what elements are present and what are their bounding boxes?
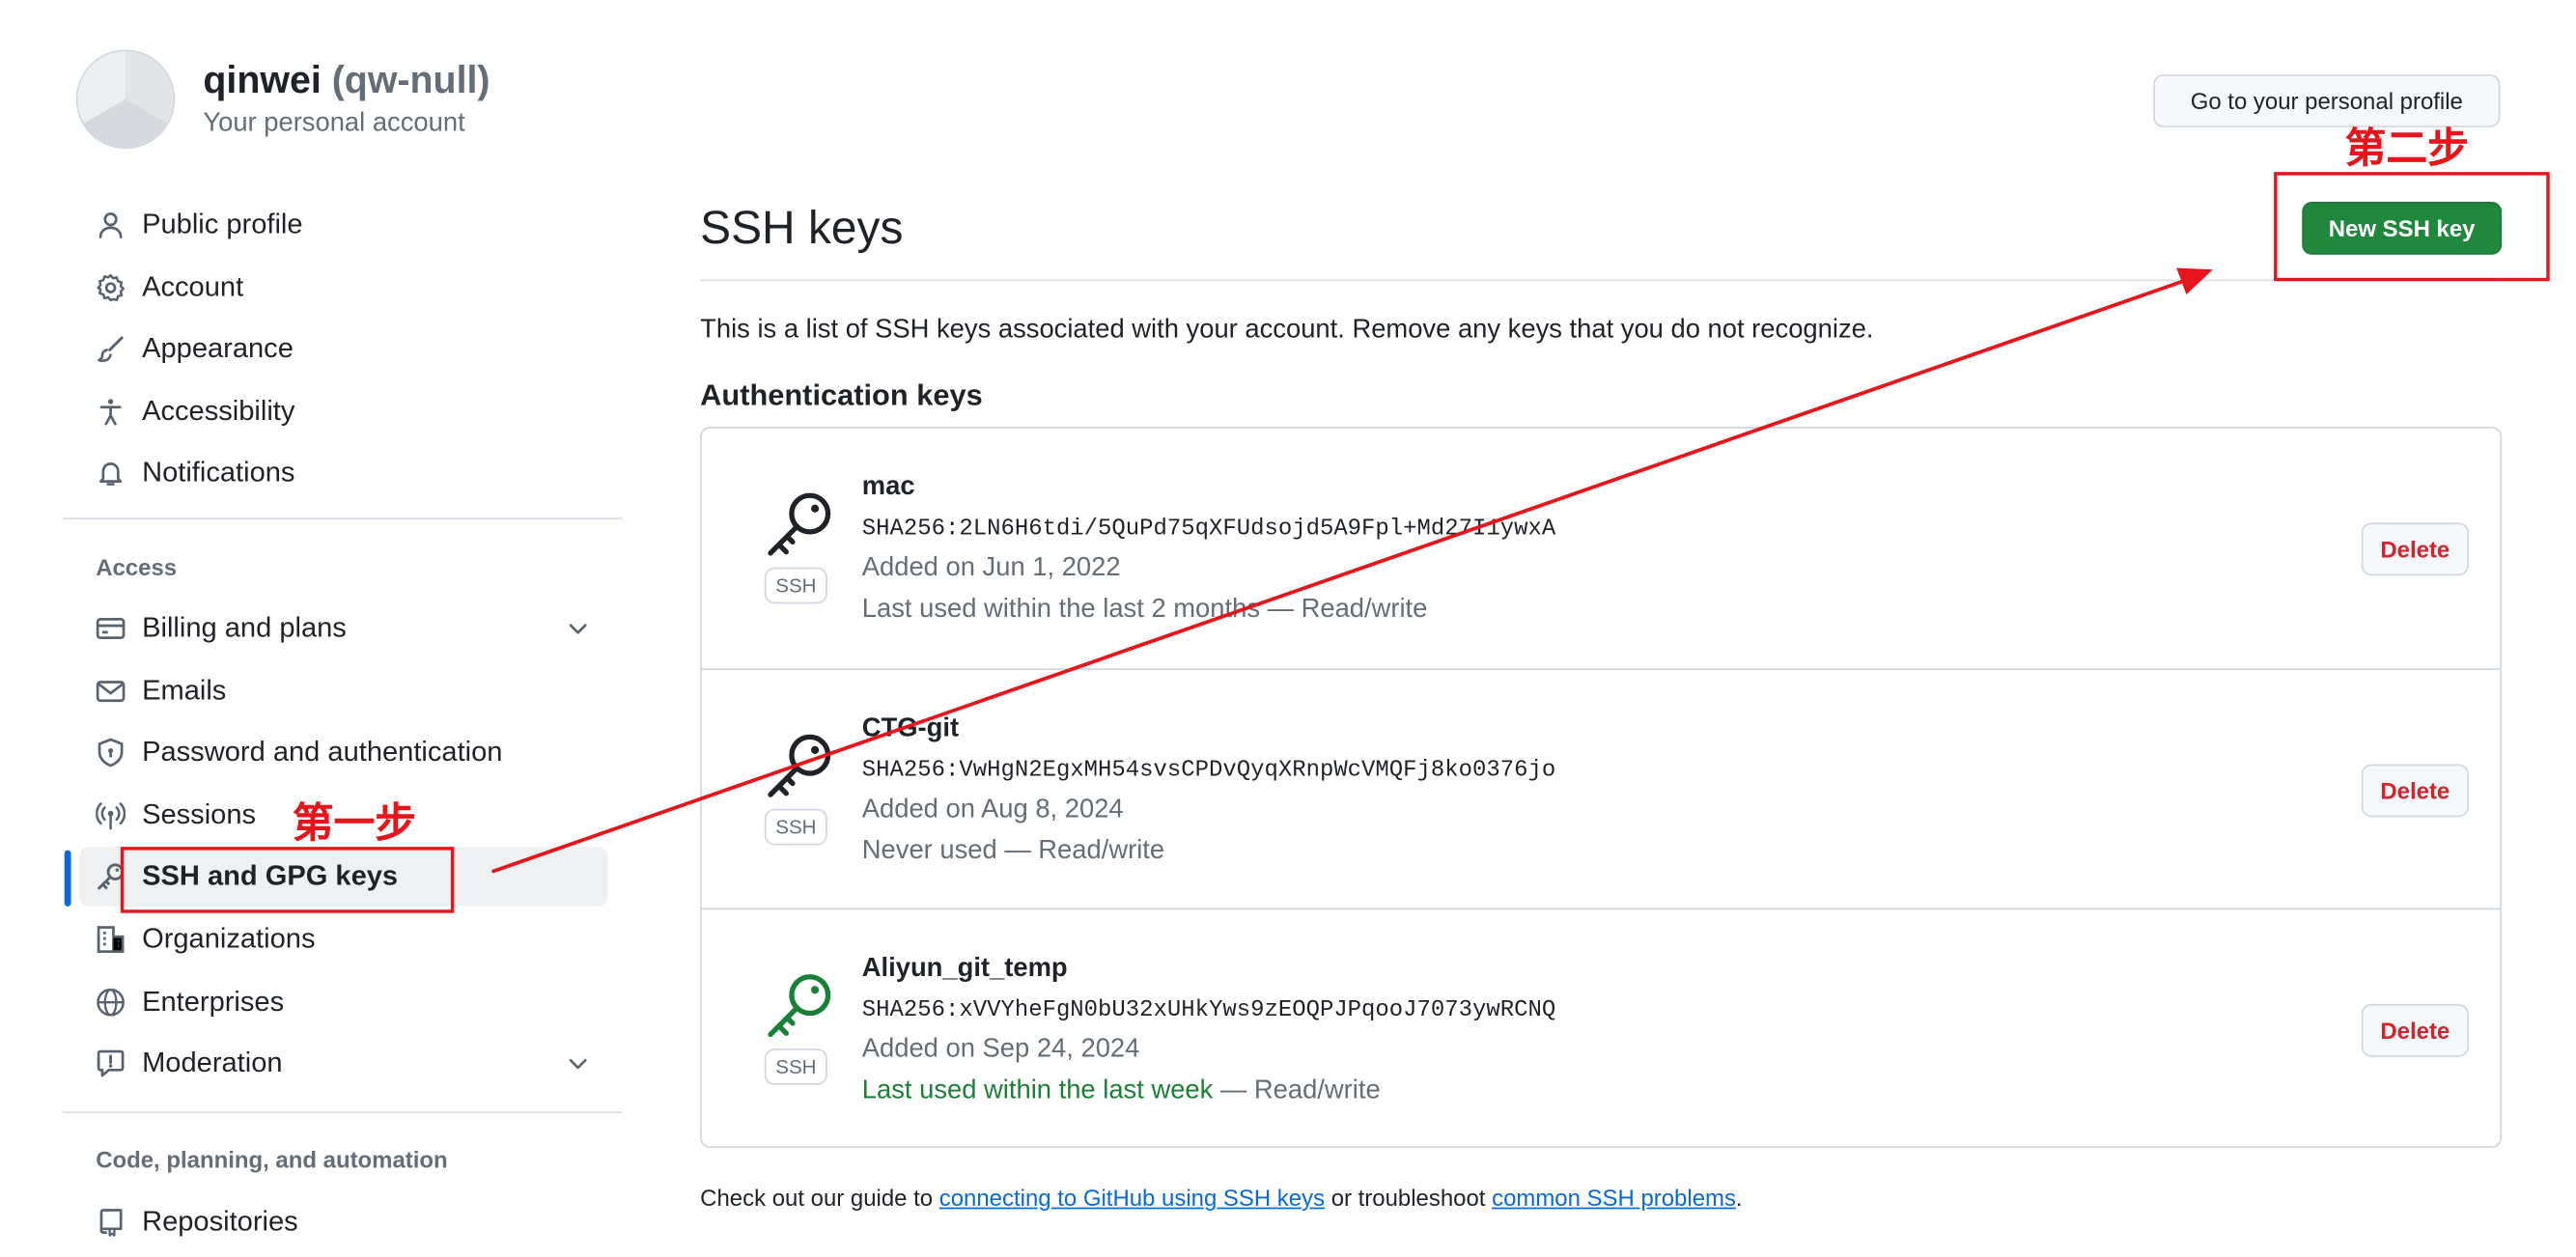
sidebar-item-label: Sessions (142, 798, 257, 830)
sidebar-item-label: Enterprises (142, 985, 285, 1017)
sidebar-item-public-profile[interactable]: Public profile (79, 195, 607, 255)
sidebar-divider (62, 1111, 623, 1113)
sidebar-item-moderation[interactable]: Moderation (79, 1034, 607, 1094)
key-title: mac (861, 472, 915, 502)
sidebar-item-label: Billing and plans (142, 611, 347, 644)
chevron-down-icon (569, 1059, 587, 1070)
key-title: CTG-git (861, 714, 960, 743)
accessibility-icon (96, 397, 126, 427)
organization-icon (96, 925, 126, 955)
sidebar-item-password-and-authentication[interactable]: Password and authentication (79, 723, 607, 783)
access-heading: Access (96, 553, 178, 581)
key-fingerprint: SHA256:2LN6H6tdi/5QuPd75qXFUdsojd5A9Fpl+… (861, 516, 1556, 543)
ssh-key-row: SSH Aliyun_git_temp SHA256:xVVYheFgN0bU3… (701, 908, 2501, 1148)
ssh-key-row: SSH CTG-git SHA256:VwHgN2EgxMH54svsCPDvQ… (701, 668, 2501, 908)
key-icon (768, 974, 831, 1038)
bell-icon (96, 459, 126, 489)
key-usage: Never used (861, 836, 997, 866)
title-divider (700, 279, 2503, 282)
avatar[interactable] (77, 51, 174, 148)
key-added-date: Added on Jun 1, 2022 (861, 553, 1121, 583)
key-icon (768, 734, 831, 797)
sidebar-item-emails[interactable]: Emails (79, 661, 607, 721)
ssh-badge: SSH (764, 567, 827, 604)
sidebar-divider (62, 517, 623, 519)
paintbrush-icon (96, 334, 126, 364)
key-last-used: Last used within the last week — Read/wr… (862, 1076, 1381, 1106)
mail-icon (96, 676, 126, 706)
globe-icon (96, 987, 126, 1017)
key-title: Aliyun_git_temp (861, 954, 1068, 983)
key-fingerprint: SHA256:VwHgN2EgxMH54svsCPDvQyqXRnpWcVMQF… (861, 757, 1556, 785)
sidebar-item-label: Emails (142, 674, 227, 706)
key-access: — Read/write (1213, 1076, 1381, 1105)
report-icon (96, 1048, 126, 1078)
sidebar-item-label: Repositories (142, 1205, 298, 1238)
page-title: SSH keys (700, 202, 904, 254)
intro-text: This is a list of SSH keys associated wi… (700, 316, 1874, 345)
sidebar-item-label: Account (142, 270, 244, 302)
sidebar-item-notifications[interactable]: Notifications (79, 444, 607, 504)
sidebar-item-account[interactable]: Account (79, 258, 607, 318)
key-usage: Last used within the last 2 months (861, 595, 1261, 624)
sidebar-item-enterprises[interactable]: Enterprises (79, 972, 607, 1032)
person-icon (96, 210, 126, 240)
sidebar-item-label: Password and authentication (142, 736, 503, 768)
step2-highlight-box (2274, 172, 2550, 282)
settings-page: qinwei (qw-null) Your personal account G… (0, 0, 2576, 1257)
repo-icon (96, 1208, 126, 1238)
chevron-down-icon (569, 624, 587, 634)
delete-key-button[interactable]: Delete (2361, 522, 2469, 576)
step2-label: 第二步 (2344, 124, 2469, 173)
user-handle: (qw-null) (331, 57, 490, 101)
delete-key-button[interactable]: Delete (2361, 1003, 2469, 1057)
footer-note: Check out our guide to connecting to Git… (700, 1184, 1743, 1212)
sidebar-item-label: Public profile (142, 208, 303, 240)
ssh-guide-link[interactable]: connecting to GitHub using SSH keys (939, 1185, 1325, 1211)
key-icon (768, 492, 831, 556)
sidebar-item-label: Accessibility (142, 395, 295, 427)
sidebar-item-label: Notifications (142, 457, 295, 489)
shield-lock-icon (96, 738, 126, 768)
delete-key-button[interactable]: Delete (2361, 764, 2469, 818)
ssh-troubleshoot-link[interactable]: common SSH problems (1492, 1185, 1736, 1211)
sidebar-item-label: Moderation (142, 1047, 283, 1079)
sidebar-item-organizations[interactable]: Organizations (79, 909, 607, 969)
sidebar-item-appearance[interactable]: Appearance (79, 320, 607, 379)
step1-highlight-box (120, 847, 455, 913)
key-added-date: Added on Aug 8, 2024 (861, 796, 1124, 824)
sidebar-item-accessibility[interactable]: Accessibility (79, 381, 607, 441)
key-last-used: Last used within the last 2 months — Rea… (862, 596, 1428, 626)
user-name[interactable]: qinwei (qw-null) (203, 58, 490, 102)
key-fingerprint: SHA256:xVVYheFgN0bU32xUHkYws9zEOQPJPqooJ… (861, 997, 1556, 1024)
key-last-used: Never used — Read/write (862, 837, 1164, 867)
sidebar-item-billing-and-plans[interactable]: Billing and plans (79, 599, 607, 658)
key-added-date: Added on Sep 24, 2024 (861, 1035, 1140, 1064)
key-usage: Last used within the last week (861, 1076, 1214, 1105)
code-heading: Code, planning, and automation (96, 1146, 448, 1173)
account-label: Your personal account (203, 109, 465, 138)
credit-card-icon (96, 614, 126, 644)
ssh-key-row: SSH mac SHA256:2LN6H6tdi/5QuPd75qXFUdsoj… (702, 429, 2501, 668)
step1-label: 第一步 (292, 798, 417, 848)
key-access: — Read/write (1260, 595, 1428, 624)
authentication-keys-heading: Authentication keys (700, 378, 983, 412)
sidebar-item-repositories[interactable]: Repositories (79, 1192, 607, 1252)
sidebar-item-label: Appearance (142, 332, 294, 365)
gear-icon (96, 272, 126, 302)
sidebar-item-label: Organizations (142, 922, 316, 955)
ssh-badge: SSH (764, 808, 827, 846)
ssh-key-list: SSH mac SHA256:2LN6H6tdi/5QuPd75qXFUdsoj… (700, 427, 2503, 1148)
selected-indicator (64, 850, 71, 907)
broadcast-icon (96, 800, 126, 830)
key-access: — Read/write (996, 836, 1165, 866)
ssh-badge: SSH (764, 1048, 827, 1085)
